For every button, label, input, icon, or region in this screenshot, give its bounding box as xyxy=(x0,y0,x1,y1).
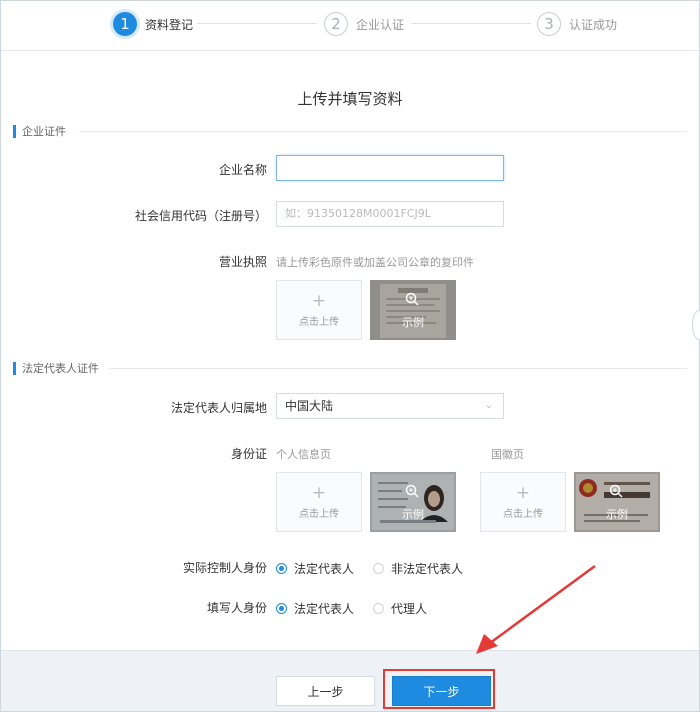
upload-label: 点击上传 xyxy=(299,508,339,520)
id-back-sample-image[interactable]: 示例 xyxy=(574,472,660,532)
section-divider xyxy=(109,368,687,369)
section-company-documents: 企业证件 xyxy=(13,124,66,138)
highlight-box xyxy=(383,669,495,709)
id-front-hint: 个人信息页 xyxy=(276,448,331,461)
sample-label: 示例 xyxy=(402,316,424,329)
section-divider xyxy=(79,131,687,132)
license-upload-button[interactable]: + 点击上传 xyxy=(276,280,362,340)
id-back-sample-picture xyxy=(574,472,660,532)
id-back-hint: 国徽页 xyxy=(491,448,524,461)
step-3: 3 认证成功 xyxy=(537,11,617,37)
business-license-label: 营业执照 xyxy=(218,255,267,269)
credit-code-label: 社会信用代码（注册号） xyxy=(134,209,267,223)
radio-label: 非法定代表人 xyxy=(391,562,464,576)
company-name-label: 企业名称 xyxy=(218,163,267,177)
radio-checked-icon[interactable] xyxy=(276,563,287,574)
filler-option-agent[interactable]: 代理人 xyxy=(373,600,427,617)
radio-unchecked-icon[interactable] xyxy=(373,603,384,614)
controller-option-legal-rep[interactable]: 法定代表人 xyxy=(276,560,354,577)
region-select[interactable]: 中国大陆 ⌄ xyxy=(276,393,504,419)
step-1-number: 1 xyxy=(113,12,137,36)
id-front-sample-image[interactable]: 示例 xyxy=(370,472,456,532)
annotation-arrow-icon xyxy=(476,564,596,654)
credit-code-input[interactable]: 如：91350128M0001FCJ9L xyxy=(276,201,504,227)
step-3-label: 认证成功 xyxy=(569,17,618,32)
section-marker xyxy=(13,124,16,138)
zoom-icon xyxy=(405,292,419,306)
id-front-sample-picture xyxy=(370,472,456,532)
controller-label: 实际控制人身份 xyxy=(182,561,267,575)
side-scroll-handle[interactable] xyxy=(692,310,700,340)
zoom-icon xyxy=(405,484,419,498)
license-sample-image[interactable]: 示例 xyxy=(370,280,456,340)
controller-option-non-legal-rep[interactable]: 非法定代表人 xyxy=(373,560,463,577)
plus-icon: + xyxy=(311,482,327,503)
step-2: 2 企业认证 xyxy=(324,11,404,37)
business-license-hint: 请上传彩色原件或加盖公司公章的复印件 xyxy=(276,256,474,269)
upload-label: 点击上传 xyxy=(503,508,543,520)
prev-step-button[interactable]: 上一步 xyxy=(276,676,375,706)
id-front-upload-button[interactable]: + 点击上传 xyxy=(276,472,362,532)
upload-label: 点击上传 xyxy=(299,316,339,328)
step-3-number: 3 xyxy=(537,12,561,36)
radio-label: 法定代表人 xyxy=(294,602,355,616)
section-legal-representative: 法定代表人证件 xyxy=(13,361,99,375)
step-2-number: 2 xyxy=(324,12,348,36)
sample-label: 示例 xyxy=(606,508,628,521)
filler-label: 填写人身份 xyxy=(206,601,267,615)
filler-option-legal-rep[interactable]: 法定代表人 xyxy=(276,600,354,617)
step-1: 1 资料登记 xyxy=(113,11,193,37)
step-2-label: 企业认证 xyxy=(356,17,405,32)
section-title: 法定代表人证件 xyxy=(22,362,99,375)
chevron-down-icon: ⌄ xyxy=(484,400,493,411)
plus-icon: + xyxy=(515,482,531,503)
step-divider xyxy=(197,23,317,24)
plus-icon: + xyxy=(311,290,327,311)
page-title: 上传并填写资料 xyxy=(297,90,403,108)
step-divider xyxy=(411,23,531,24)
sample-label: 示例 xyxy=(402,508,424,521)
radio-checked-icon[interactable] xyxy=(276,603,287,614)
radio-label: 法定代表人 xyxy=(294,562,355,576)
zoom-icon xyxy=(609,484,623,498)
region-value: 中国大陆 xyxy=(285,399,334,413)
radio-label: 代理人 xyxy=(391,602,428,616)
radio-unchecked-icon[interactable] xyxy=(373,563,384,574)
step-1-label: 资料登记 xyxy=(145,17,194,32)
step-indicator: 1 资料登记 2 企业认证 3 认证成功 xyxy=(1,1,699,51)
id-back-upload-button[interactable]: + 点击上传 xyxy=(480,472,566,532)
region-label: 法定代表人归属地 xyxy=(170,401,267,415)
company-name-input[interactable] xyxy=(276,155,504,181)
id-card-label: 身份证 xyxy=(230,447,267,461)
license-sample-picture xyxy=(370,280,456,340)
section-title: 企业证件 xyxy=(22,125,66,138)
section-marker xyxy=(13,361,16,375)
